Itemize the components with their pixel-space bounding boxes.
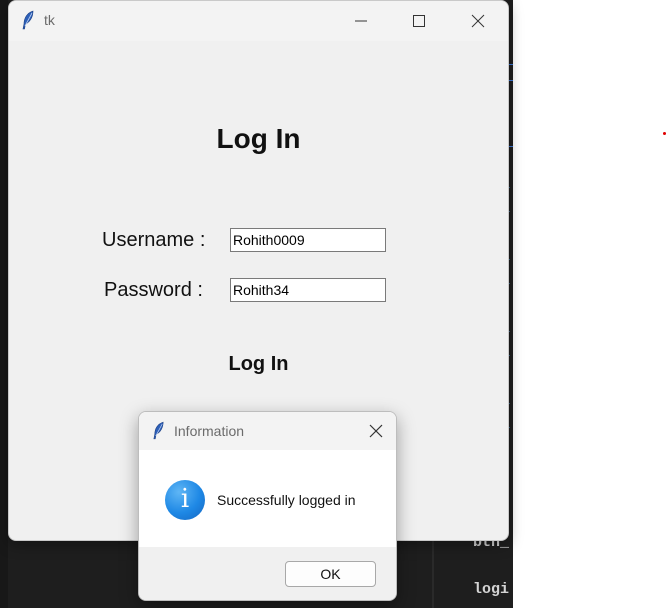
- dialog-title: Information: [174, 423, 245, 439]
- username-field[interactable]: Rohith0009: [230, 228, 386, 252]
- close-icon[interactable]: [466, 9, 490, 33]
- info-icon-glyph: i: [180, 484, 190, 514]
- login-button[interactable]: Log In: [9, 353, 508, 376]
- window-title: tk: [44, 12, 55, 28]
- red-dot-marker: [663, 132, 666, 135]
- dialog-message: Successfully logged in: [217, 492, 356, 508]
- password-label: Password :: [104, 279, 203, 301]
- password-field[interactable]: Rohith34: [230, 278, 386, 302]
- minimize-icon[interactable]: [349, 9, 373, 33]
- close-icon[interactable]: [367, 422, 385, 440]
- username-label: Username :: [102, 229, 206, 251]
- information-dialog: Information i Successfully logged in OK: [138, 411, 397, 601]
- dialog-title-bar[interactable]: Information: [139, 412, 396, 450]
- dialog-footer: OK: [139, 547, 396, 600]
- page-title: Log In: [216, 123, 301, 154]
- title-bar[interactable]: tk: [9, 1, 508, 41]
- editor-code-line: logi: [473, 581, 510, 598]
- maximize-icon[interactable]: [407, 9, 431, 33]
- feather-icon: [22, 10, 34, 30]
- info-icon: i: [165, 480, 205, 520]
- ok-button[interactable]: OK: [285, 561, 376, 587]
- editor-activity-bar: [0, 0, 8, 608]
- feather-icon: [153, 421, 164, 440]
